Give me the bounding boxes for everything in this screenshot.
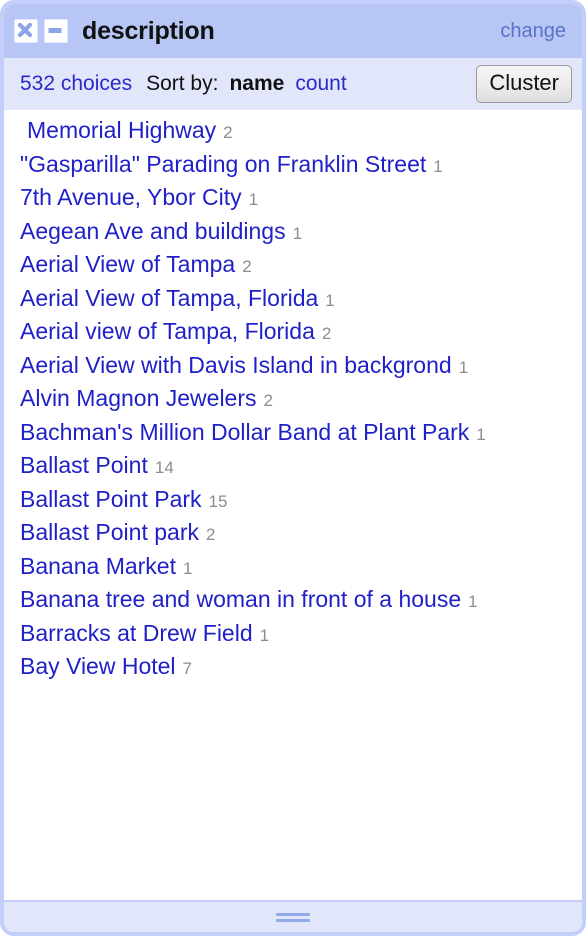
change-link[interactable]: change [500,20,566,43]
facet-list-body: Memorial Highway 2 "Gasparilla" Parading o… [4,110,582,900]
facet-footer [4,900,582,932]
facet-row[interactable]: Aerial View of Tampa, Florida 1 [4,284,582,313]
facet-name[interactable]: "Gasparilla" Parading on Franklin Street [20,151,426,177]
facet-name[interactable]: Banana Market [20,553,176,579]
facet-row[interactable]: Alvin Magnon Jewelers 2 [4,384,582,413]
facet-count: 1 [458,357,469,377]
facet-name[interactable]: Memorial Highway [27,117,216,143]
facet-name[interactable]: Aerial View of Tampa, Florida [20,285,318,311]
facet-row[interactable]: "Gasparilla" Parading on Franklin Street… [4,150,582,179]
facet-row[interactable]: Memorial Highway 2 [4,116,582,145]
facet-row[interactable]: Aerial view of Tampa, Florida 2 [4,317,582,346]
facet-count: 2 [263,391,273,411]
facet-name[interactable]: Aegean Ave and buildings [20,218,286,244]
facet-count: 1 [182,558,193,578]
facet-toolbar: 532 choices Sort by: name count Cluster [4,58,582,110]
facet-count: 1 [325,290,335,310]
facet-name[interactable]: Aerial view of Tampa, Florida [20,318,315,344]
facet-row[interactable]: Ballast Point Park 15 [4,485,582,514]
facet-count: 7 [182,659,193,679]
facet-row[interactable]: Bay View Hotel 7 [4,652,582,681]
facet-title: description [82,16,215,45]
facet-window: description change 532 choices Sort by: … [0,0,586,936]
choices-count-link[interactable]: 532 choices [20,72,132,96]
facet-count: 15 [208,491,228,511]
facet-count: 2 [223,123,233,142]
facet-count: 1 [292,223,303,243]
resize-grip-bar [276,912,310,916]
resize-grip-icon[interactable] [276,912,310,922]
facet-row[interactable]: Banana Market 1 [4,552,582,581]
facet-name[interactable]: Aerial View of Tampa [20,251,235,277]
facet-name[interactable]: Aerial View with Davis Island in backgro… [20,352,452,378]
facet-name[interactable]: Ballast Point [20,452,148,478]
close-icon [15,20,37,40]
facet-count: 14 [154,458,174,478]
facet-count: 2 [321,324,332,344]
sort-option-count[interactable]: count [295,72,346,96]
facet-name[interactable]: 7th Avenue, Ybor City [20,184,242,210]
sort-option-name[interactable]: name [229,72,284,96]
facet-count: 2 [242,257,252,277]
facet-name[interactable]: Ballast Point Park [20,486,202,512]
facet-list: Memorial Highway 2 "Gasparilla" Parading o… [4,116,582,681]
facet-name[interactable]: Barracks at Drew Field [20,620,253,646]
facet-count: 2 [205,525,216,545]
facet-count: 1 [476,424,486,444]
facet-row[interactable]: Aegean Ave and buildings 1 [4,217,582,246]
facet-row[interactable]: Aerial View with Davis Island in backgro… [4,351,582,380]
facet-count: 1 [248,190,259,210]
facet-name[interactable]: Alvin Magnon Jewelers [20,385,257,411]
facet-count: 1 [468,592,478,612]
facet-count: 1 [259,625,270,645]
facet-row[interactable]: Ballast Point 14 [4,451,582,480]
facet-name[interactable]: Banana tree and woman in front of a hous… [20,586,461,612]
facet-row[interactable]: Banana tree and woman in front of a hous… [4,585,582,614]
close-button[interactable] [14,19,38,43]
facet-name[interactable]: Bay View Hotel [20,653,176,679]
window-titlebar: description change [4,4,582,58]
facet-name[interactable]: Ballast Point park [20,519,199,545]
sort-by-label: Sort by: [146,72,219,95]
minimize-icon [45,20,67,40]
minimize-button[interactable] [44,19,68,43]
cluster-button[interactable]: Cluster [476,65,572,103]
facet-row[interactable]: Barracks at Drew Field 1 [4,619,582,648]
facet-row[interactable]: Aerial View of Tampa 2 [4,250,582,279]
facet-name[interactable]: Bachman's Million Dollar Band at Plant P… [20,419,469,445]
facet-row[interactable]: 7th Avenue, Ybor City 1 [4,183,582,212]
facet-row[interactable]: Bachman's Million Dollar Band at Plant P… [4,418,582,447]
facet-row[interactable]: Ballast Point park 2 [4,518,582,547]
resize-grip-bar [276,918,310,922]
facet-count: 1 [433,156,443,176]
